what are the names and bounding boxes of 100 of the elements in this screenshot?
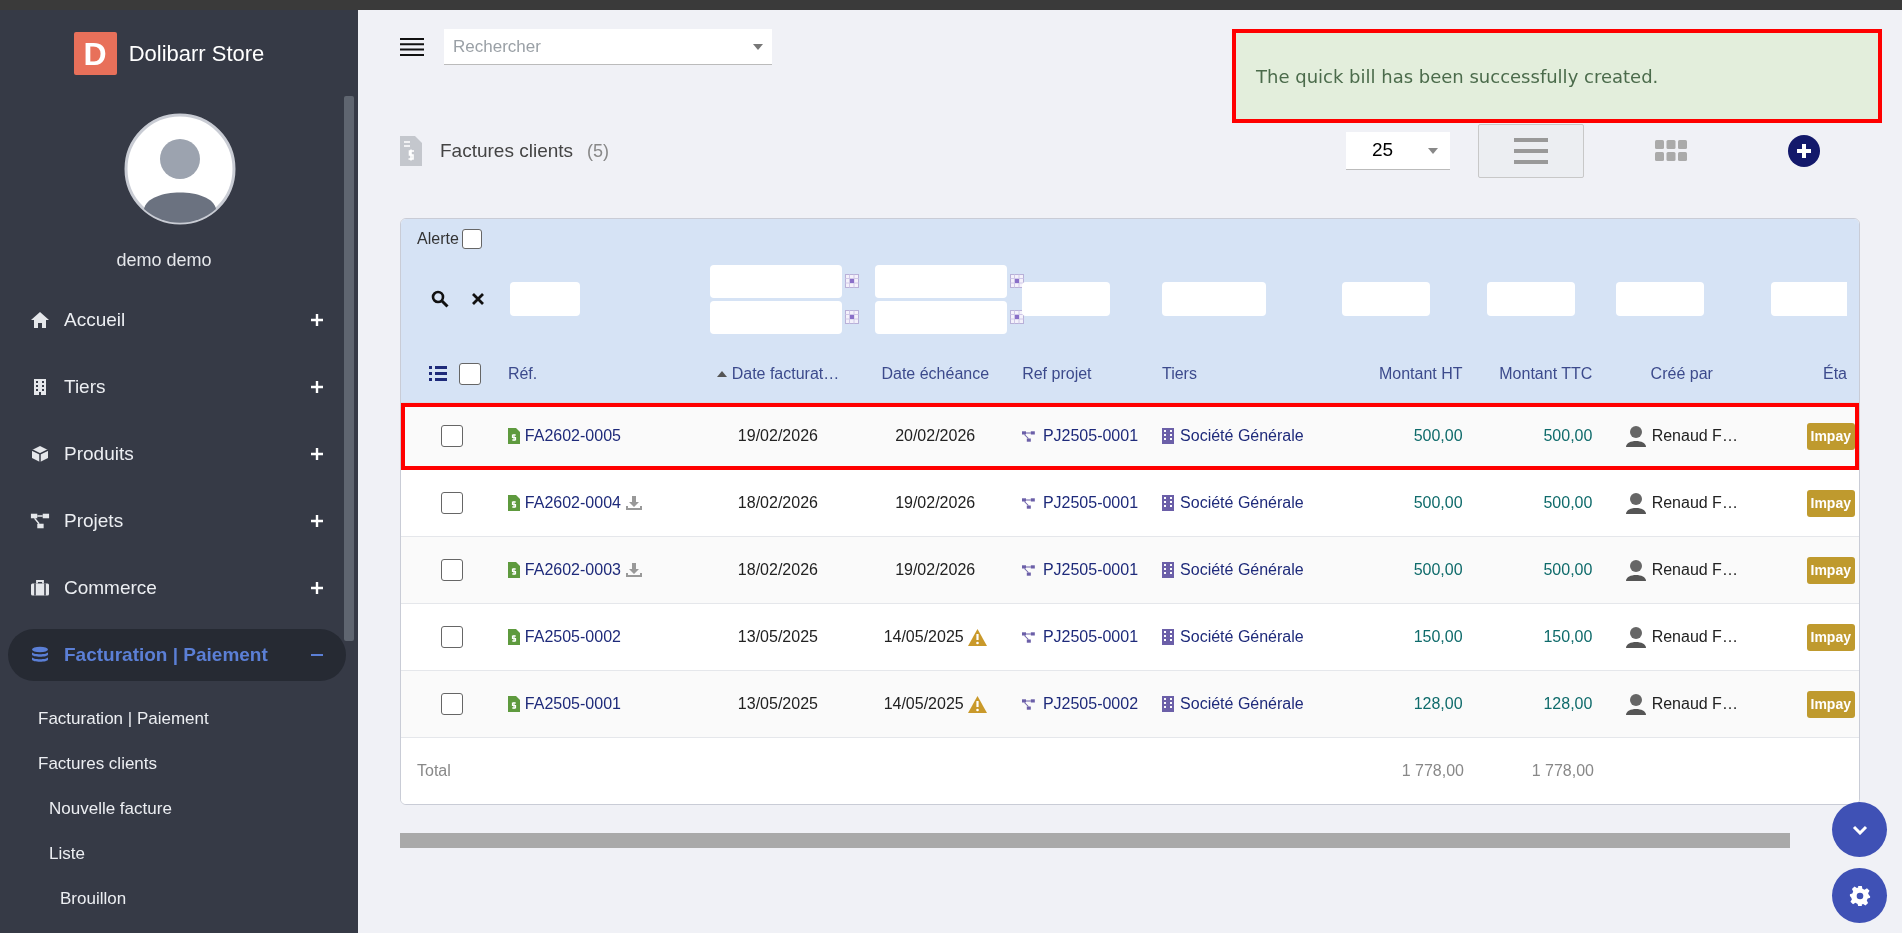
row-checkbox[interactable] — [441, 626, 464, 648]
status-badge: Impay — [1806, 556, 1855, 584]
column-header[interactable]: Montant HT — [1378, 361, 1463, 386]
menu-item[interactable]: Facturation | Paiement — [8, 629, 346, 681]
date-field[interactable] — [710, 300, 843, 334]
table-cell-text: 20/02/2026 — [895, 426, 976, 446]
thirdparty-link[interactable]: Société Générale — [1180, 625, 1304, 649]
table-cell-text: 500,00 — [1543, 493, 1593, 513]
row-checkbox[interactable] — [441, 492, 464, 514]
filter-field[interactable] — [1022, 282, 1111, 316]
column-header[interactable]: Créé par — [1650, 361, 1713, 386]
filter-field[interactable] — [1486, 282, 1575, 316]
menu-item[interactable]: Commerce — [8, 562, 346, 614]
menu-item[interactable]: Tiers — [8, 361, 346, 413]
horizontal-scrollbar[interactable] — [400, 833, 1790, 848]
table-cell-text: 14/05/2025 — [883, 694, 964, 714]
clear-filter-icon — [471, 292, 486, 306]
row-checkbox[interactable] — [441, 559, 464, 581]
submenu-item[interactable]: Nouvelle facture — [0, 786, 358, 831]
project-link[interactable]: PJ2505-0002 — [1042, 692, 1139, 716]
record-count: (5) — [587, 139, 610, 163]
menu-item[interactable]: Produits — [8, 428, 346, 480]
submenu-item[interactable]: Facturation | Paiement — [0, 696, 358, 741]
table-cell-text: 500,00 — [1413, 493, 1463, 513]
brand-name: Dolibarr Store — [128, 40, 265, 68]
table-cell-text: 1 778,00 — [1401, 761, 1464, 781]
table-cell-text: 18/02/2026 — [737, 493, 818, 513]
submenu-item[interactable]: Brouillon — [0, 876, 358, 921]
project-link[interactable]: PJ2505-0001 — [1042, 424, 1139, 448]
table-row[interactable]: FA2602-0003 18/02/2026 19/02/2026 PJ2505-0001 Société Générale 500,00 500,00 Renaud F… Impay — [401, 537, 1859, 604]
date-field[interactable] — [875, 264, 1008, 298]
sidebar-scrollbar[interactable] — [344, 96, 354, 641]
hierarchy-icon — [1022, 429, 1035, 443]
invoice-link[interactable]: FA2602-0003 — [524, 558, 621, 582]
invoice-icon — [507, 696, 520, 712]
table-cell-text: 14/05/2025 — [883, 627, 964, 647]
add-button[interactable] — [1788, 135, 1820, 167]
table-row[interactable]: FA2505-0001 13/05/2025 14/05/2025 PJ2505-0002 Société Générale 128,00 128,00 Renaud F… Impay — [401, 671, 1859, 738]
project-link[interactable]: PJ2505-0001 — [1042, 558, 1139, 582]
alert-checkbox[interactable] — [461, 229, 482, 249]
user-icon — [1625, 693, 1646, 715]
user-name: demo demo — [115, 249, 213, 272]
column-header[interactable]: Tiers — [1161, 361, 1197, 386]
search-field[interactable]: Rechercher — [444, 29, 772, 65]
filter-field[interactable] — [1341, 282, 1430, 316]
column-header[interactable]: Date échéance — [881, 361, 990, 386]
settings-button[interactable] — [1832, 868, 1887, 923]
status-badge: Impay — [1806, 489, 1855, 517]
invoice-icon — [507, 428, 520, 444]
thirdparty-link[interactable]: Société Générale — [1180, 692, 1304, 716]
filter-field[interactable] — [509, 282, 580, 316]
building-icon — [1162, 495, 1175, 511]
project-link[interactable]: PJ2505-0001 — [1042, 491, 1139, 515]
date-field[interactable] — [875, 300, 1008, 334]
submenu-item[interactable]: Liste — [0, 831, 358, 876]
hierarchy-icon — [1022, 563, 1035, 577]
list-view-button[interactable] — [1478, 124, 1584, 178]
notification-message: The quick bill has been successfully created. — [1256, 64, 1659, 89]
table-cell-text: 19/02/2026 — [737, 426, 818, 446]
user-icon — [1625, 626, 1646, 648]
thirdparty-link[interactable]: Société Générale — [1180, 558, 1304, 582]
table-cell-text: 500,00 — [1543, 560, 1593, 580]
table-cell-text: 19/02/2026 — [895, 493, 976, 513]
table-row[interactable]: FA2602-0005 19/02/2026 20/02/2026 PJ2505-0001 Société Générale 500,00 500,00 Renaud F… Impay — [401, 403, 1859, 470]
row-checkbox[interactable] — [441, 425, 464, 447]
column-header[interactable]: Ref projet — [1022, 361, 1092, 386]
column-header[interactable]: Réf. — [507, 361, 538, 386]
building-icon — [1162, 696, 1175, 712]
invoice-icon — [400, 136, 422, 166]
thirdparty-link[interactable]: Société Générale — [1180, 424, 1304, 448]
select-all-checkbox[interactable] — [459, 362, 482, 385]
user-icon — [1625, 425, 1646, 447]
invoice-link[interactable]: FA2602-0004 — [524, 491, 621, 515]
invoice-link[interactable]: FA2602-0005 — [524, 424, 621, 448]
calendar-icon — [1010, 274, 1025, 288]
filter-field[interactable] — [1771, 282, 1847, 316]
date-field[interactable] — [710, 264, 843, 298]
row-checkbox[interactable] — [441, 693, 464, 715]
column-header[interactable]: Montant TTC — [1499, 361, 1593, 386]
project-link[interactable]: PJ2505-0001 — [1042, 625, 1139, 649]
building-icon — [1162, 428, 1175, 444]
menu-item[interactable]: Projets — [8, 495, 346, 547]
column-header[interactable]: Éta — [1823, 361, 1847, 386]
house-icon — [30, 311, 50, 329]
filter-field[interactable] — [1616, 282, 1705, 316]
scroll-down-button[interactable] — [1832, 802, 1887, 857]
page-size-select[interactable]: 25 — [1346, 132, 1450, 170]
caret-icon — [1428, 147, 1438, 154]
menu-item[interactable]: Accueil — [8, 294, 346, 346]
column-header[interactable]: Date facturat… — [716, 361, 840, 386]
invoice-link[interactable]: FA2505-0002 — [524, 625, 621, 649]
status-badge: Impay — [1806, 623, 1855, 651]
invoice-link[interactable]: FA2505-0001 — [524, 692, 621, 716]
sort-ascending-icon — [716, 370, 727, 377]
hierarchy-icon — [1022, 697, 1035, 711]
filter-field[interactable] — [1162, 282, 1267, 316]
total-label: Total — [417, 762, 451, 779]
thirdparty-link[interactable]: Société Générale — [1180, 491, 1304, 515]
table-cell-text: 19/02/2026 — [895, 560, 976, 580]
submenu-item[interactable]: Factures clients — [0, 741, 358, 786]
